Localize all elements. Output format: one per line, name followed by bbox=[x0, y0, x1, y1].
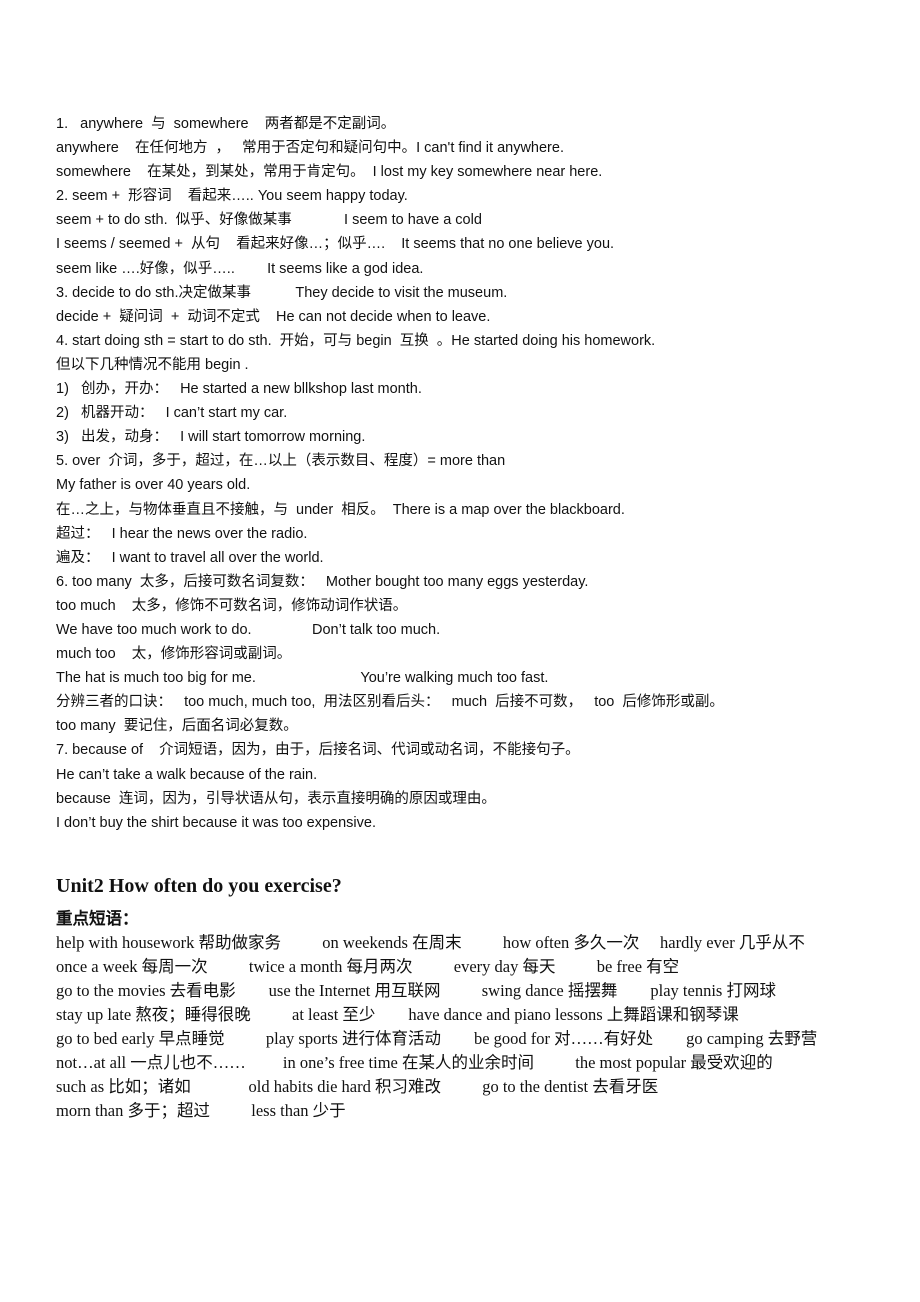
text-line: 3. decide to do sth.决定做某事 They decide to… bbox=[56, 284, 508, 301]
text-line: 1. anywhere 与 somewhere 两者都是不定副词。 bbox=[56, 116, 396, 132]
unit-heading: Unit2 How often do you exercise? bbox=[56, 874, 342, 897]
grammar-notes-section: 1. anywhere 与 somewhere 两者都是不定副词。 anywhe… bbox=[56, 112, 886, 835]
text-line: 7. because of 介词短语，因为，由于，后接名词、代词或动名词，不能接… bbox=[56, 742, 580, 759]
text-line: We have too much work to do. Don’t talk … bbox=[56, 621, 441, 638]
phrase-line: once a week 每周一次 twice a month 每月两次 ever… bbox=[56, 956, 680, 976]
text-line: anywhere 在任何地方 ， 常用于否定句和疑问句中。I can't fin… bbox=[56, 140, 564, 157]
phrase-line: go to bed early 早点睡觉 play sports 进行体育活动 … bbox=[56, 1029, 818, 1049]
unit2-section: Unit2 How often do you exercise? 重点短语： h… bbox=[56, 873, 886, 1124]
text-line: 遍及： I want to travel all over the world. bbox=[56, 549, 324, 566]
text-line: 2) 机器开动： I can’t start my car. bbox=[56, 405, 288, 422]
phrase-line: morn than 多于；超过 less than 少于 bbox=[56, 1101, 346, 1121]
text-line: too much 太多，修饰不可数名词，修饰动词作状语。 bbox=[56, 597, 408, 614]
text-line: somewhere 在某处，到某处，常用于肯定句。 I lost my key … bbox=[56, 164, 603, 181]
phrase-line: go to the movies 去看电影 use the Internet 用… bbox=[56, 981, 776, 1000]
text-line: 分辨三者的口诀： too much, much too, 用法区别看后头： mu… bbox=[56, 694, 724, 711]
phrase-line: such as 比如；诸如 old habits die hard 积习难改 g… bbox=[56, 1077, 659, 1097]
text-line: 1) 创办，开办： He started a new bllkshop last… bbox=[56, 381, 422, 398]
text-line: 5. over 介词，多于，超过，在…以上（表示数目、程度）= more tha… bbox=[56, 453, 506, 470]
text-line: 4. start doing sth = start to do sth. 开始… bbox=[56, 332, 656, 349]
text-line: I seems / seemed + 从句 看起来好像…；似乎…. It see… bbox=[56, 236, 615, 253]
phrase-line: help with housework 帮助做家务 on weekends 在周… bbox=[56, 932, 805, 952]
text-line: 在…之上，与物体垂直且不接触，与 under 相反。 There is a ma… bbox=[56, 501, 625, 518]
text-line: 但以下几种情况不能用 begin . bbox=[56, 356, 249, 373]
text-line: decide + 疑问词 + 动词不定式 He can not decide w… bbox=[56, 308, 491, 325]
text-line: The hat is much too big for me. You’re w… bbox=[56, 670, 549, 687]
phrase-line: stay up late 熬夜；睡得很晚 at least 至少 have da… bbox=[56, 1005, 739, 1025]
text-line: 2. seem + 形容词 看起来….. You seem happy toda… bbox=[56, 188, 408, 205]
text-line: 6. too many 太多，后接可数名词复数： Mother bought t… bbox=[56, 573, 589, 590]
document-page: 1. anywhere 与 somewhere 两者都是不定副词。 anywhe… bbox=[56, 112, 886, 1124]
text-line: 3) 出发，动身： I will start tomorrow morning. bbox=[56, 429, 366, 446]
phrase-line: not…at all 一点儿也不…… in one’s free time 在某… bbox=[56, 1053, 773, 1073]
text-line: seem + to do sth. 似乎、好像做某事 I seem to hav… bbox=[56, 212, 482, 229]
text-line: much too 太，修饰形容词或副词。 bbox=[56, 646, 292, 663]
text-line: too many 要记住，后面名词必复数。 bbox=[56, 718, 298, 735]
text-line: seem like ….好像，似乎….. It seems like a god… bbox=[56, 260, 424, 277]
text-line: because 连词，因为，引导状语从句，表示直接明确的原因或理由。 bbox=[56, 790, 496, 807]
key-phrases-heading: 重点短语： bbox=[56, 908, 139, 928]
text-line: I don’t buy the shirt because it was too… bbox=[56, 814, 376, 831]
text-line: He can’t take a walk because of the rain… bbox=[56, 766, 318, 783]
text-line: My father is over 40 years old. bbox=[56, 477, 251, 494]
text-line: 超过： I hear the news over the radio. bbox=[56, 525, 308, 542]
